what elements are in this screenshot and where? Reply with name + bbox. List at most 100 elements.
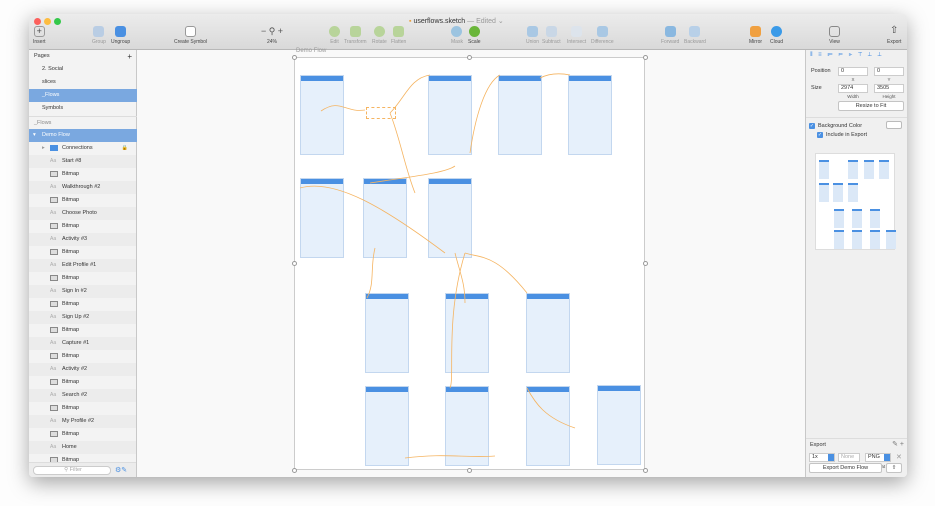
export-add-icon[interactable]: ✎ + [892, 440, 904, 448]
insert-button[interactable]: + Insert [33, 26, 46, 45]
resize-to-fit-button[interactable]: Resize to Fit [838, 101, 904, 111]
layer-item[interactable]: Bitmap [29, 350, 136, 363]
edit-icon [329, 26, 340, 37]
demo-flow-artboard[interactable] [294, 57, 645, 470]
height-input[interactable]: 3505 [874, 84, 904, 93]
flatten-button[interactable]: Flatten [391, 26, 406, 45]
rotate-button[interactable]: Rotate [372, 26, 387, 45]
cloud-button[interactable]: Cloud [770, 26, 783, 45]
layer-label: Bitmap [62, 327, 80, 333]
export-toolbar-button[interactable]: ⇧ Export [887, 26, 901, 46]
layer-item[interactable]: Aa Activity #3 [29, 233, 136, 246]
layer-item[interactable]: Aa Sign Up #2 [29, 311, 136, 324]
background-color-swatch[interactable] [886, 121, 902, 129]
scale-button[interactable]: Scale [468, 26, 481, 45]
layer-item[interactable]: Aa My Profile #2 [29, 415, 136, 428]
ungroup-button[interactable]: Ungroup [111, 26, 130, 45]
background-color-checkbox[interactable]: ✓ [809, 123, 815, 129]
layer-item[interactable]: Aa Home [29, 441, 136, 454]
include-in-export-checkbox[interactable]: ✓ [817, 132, 823, 138]
resize-handle[interactable] [467, 55, 472, 60]
layer-label: Start #8 [62, 158, 82, 164]
export-size-select[interactable]: 1x [809, 453, 835, 462]
export-suffix-input[interactable]: None [838, 453, 860, 462]
subtract-button[interactable]: Subtract [542, 26, 561, 45]
layer-item[interactable]: Bitmap [29, 194, 136, 207]
zoom-button[interactable] [54, 18, 61, 25]
layer-item[interactable]: Aa Walkthrough #2 [29, 181, 136, 194]
transform-button[interactable]: Transform [344, 26, 367, 45]
layer-item[interactable]: Aa Capture #1 [29, 337, 136, 350]
remove-export-icon[interactable]: ✕ [896, 453, 902, 461]
x-input[interactable]: 0 [838, 67, 868, 76]
layer-item[interactable]: Bitmap [29, 220, 136, 233]
layer-label: Bitmap [62, 249, 80, 255]
mask-button[interactable]: Mask [451, 26, 463, 45]
layer-item[interactable]: Bitmap [29, 428, 136, 441]
filter-input[interactable]: ⚲ Filter [33, 466, 111, 475]
layer-item[interactable]: Bitmap [29, 246, 136, 259]
resize-handle[interactable] [467, 468, 472, 473]
edited-status[interactable]: — Edited ⌄ [467, 18, 504, 25]
pages-header: Pages + [34, 50, 132, 63]
resize-handle[interactable] [292, 468, 297, 473]
intersect-icon [571, 26, 583, 37]
artboard-demo-flow[interactable]: ▾ Demo Flow [29, 129, 137, 142]
layer-item[interactable]: Bitmap [29, 272, 136, 285]
zoom-control[interactable]: − ⚲ +24% [257, 26, 287, 45]
resize-handle[interactable] [292, 261, 297, 266]
layer-item[interactable]: Aa Activity #2 [29, 363, 136, 376]
connection-line [469, 74, 501, 154]
layer-item[interactable]: Bitmap [29, 324, 136, 337]
mirror-button[interactable]: Mirror [749, 26, 762, 45]
intersect-button[interactable]: Intersect [567, 26, 586, 45]
export-demo-flow-button[interactable]: Export Demo Flow [809, 463, 882, 473]
layer-item[interactable]: Bitmap [29, 454, 136, 462]
create-symbol-button[interactable]: Create Symbol [174, 26, 207, 45]
layer-item[interactable]: ▸ 🔒 Connections [29, 142, 136, 155]
layer-item[interactable]: Bitmap [29, 168, 136, 181]
export-header: Export [810, 442, 826, 448]
layer-item[interactable]: Aa Choose Photo [29, 207, 136, 220]
align-icons[interactable]: ⫴ ≡ ⊫ ⊨ ⊩ ⊤ ⊥ ⊥ [810, 52, 883, 59]
backward-button[interactable]: Backward [684, 26, 706, 45]
layer-item[interactable]: Bitmap [29, 402, 136, 415]
page-item[interactable]: slices [29, 76, 137, 89]
group-button[interactable]: Group [92, 26, 106, 45]
layer-item[interactable]: Aa Edit Profile #1 [29, 259, 136, 272]
resize-handle[interactable] [643, 55, 648, 60]
artboard-label[interactable]: Demo Flow [296, 48, 326, 54]
page-item[interactable]: 2. Social [29, 63, 137, 76]
union-button[interactable]: Union [526, 26, 539, 45]
page-item[interactable]: Symbols [29, 102, 137, 115]
view-button[interactable]: View [829, 26, 840, 45]
layer-item[interactable]: Aa Start #8 [29, 155, 136, 168]
page-item[interactable]: _Flows [29, 89, 137, 102]
layer-item[interactable]: Aa Search #2 [29, 389, 136, 402]
difference-button[interactable]: Difference [591, 26, 614, 45]
minimize-button[interactable] [44, 18, 51, 25]
filter-options-icon[interactable]: ⚙✎ [115, 466, 127, 474]
canvas[interactable]: Demo Flow [137, 48, 805, 477]
layer-label: Bitmap [62, 197, 80, 203]
layer-item[interactable]: Bitmap [29, 376, 136, 389]
close-button[interactable] [34, 18, 41, 25]
export-format-select[interactable]: PNG [865, 453, 891, 462]
layer-item[interactable]: Bitmap [29, 298, 136, 311]
edit-button[interactable]: Edit [329, 26, 340, 45]
resize-handle[interactable] [643, 468, 648, 473]
disclosure-right-icon[interactable]: ▸ [42, 142, 45, 155]
resize-handle[interactable] [643, 261, 648, 266]
width-input[interactable]: 2974 [838, 84, 868, 93]
share-button[interactable]: ⇧ [886, 463, 902, 473]
y-input[interactable]: 0 [874, 67, 904, 76]
forward-button[interactable]: Forward [661, 26, 679, 45]
layer-label: Sign In #2 [62, 288, 87, 294]
resize-handle[interactable] [292, 55, 297, 60]
lock-icon[interactable]: 🔒 [122, 142, 128, 155]
layer-item[interactable]: Aa Sign In #2 [29, 285, 136, 298]
layer-label: Bitmap [62, 171, 80, 177]
add-page-icon[interactable]: + [127, 50, 132, 63]
bitmap-layer-icon [50, 405, 58, 411]
disclosure-down-icon[interactable]: ▾ [33, 129, 36, 142]
